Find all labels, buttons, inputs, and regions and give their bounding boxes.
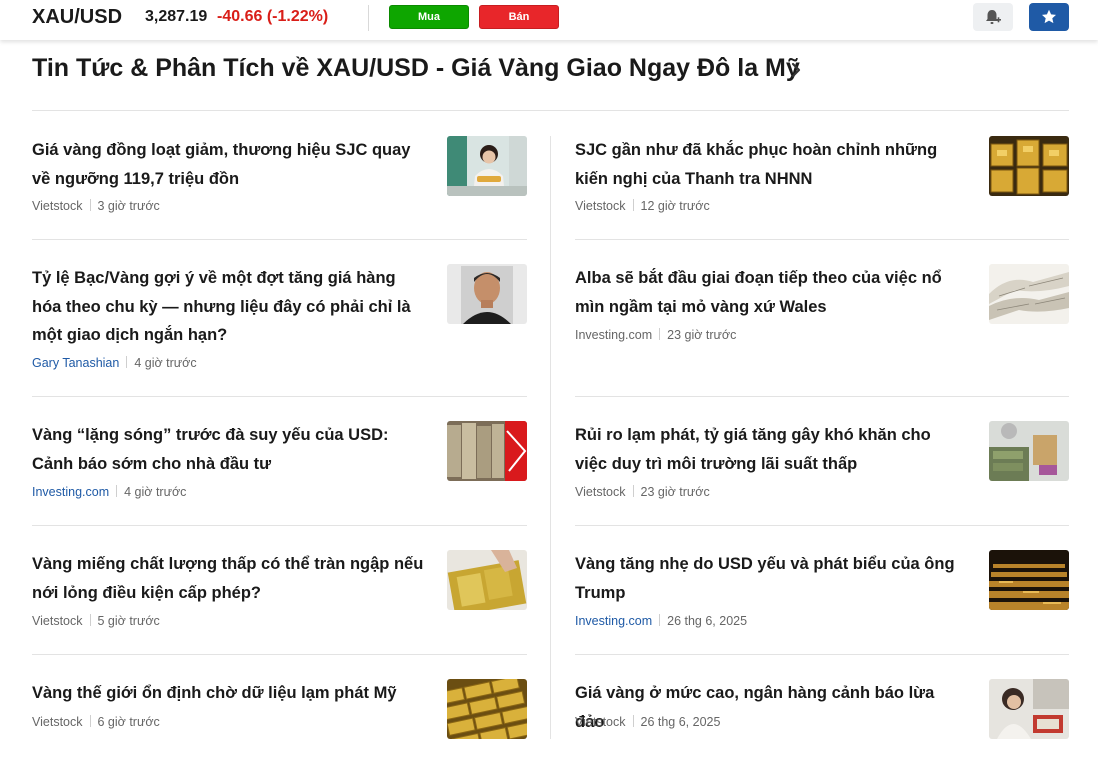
last-price: 3,287.19 [145,8,208,25]
news-meta: Gary Tanashian 4 giờ trước [32,356,197,370]
news-time: 12 giờ trước [640,199,710,213]
bell-plus-icon [986,10,1001,24]
news-item[interactable]: Tỷ lệ Bạc/Vàng gợi ý về một đợt tăng giá… [32,264,527,397]
instrument-header: XAU/USD 3,287.19 -40.66 (-1.22%) Mua Bán [0,0,1098,40]
news-time: 26 thg 6, 2025 [640,715,721,729]
news-source[interactable]: Investing.com [32,485,109,499]
news-item[interactable]: Giá vàng ở mức cao, ngân hàng cảnh báo l… [575,679,1069,739]
news-source: Vietstock [575,199,626,213]
change-percent: (-1.22%) [266,8,329,25]
news-meta: Vietstock 26 thg 6, 2025 [575,715,720,729]
news-item[interactable]: Giá vàng đồng loạt giảm, thương hiệu SJC… [32,136,527,240]
news-title[interactable]: Rủi ro lạm phát, tỷ giá tăng gây khó khă… [575,421,967,478]
section-divider [32,110,1069,111]
news-item[interactable]: Rủi ro lạm phát, tỷ giá tăng gây khó khă… [575,421,1069,526]
news-title[interactable]: Tỷ lệ Bạc/Vàng gợi ý về một đợt tăng giá… [32,264,424,350]
price-change: -40.66 (-1.22%) [217,8,328,26]
instrument-symbol: XAU/USD [32,6,123,28]
news-item[interactable]: Alba sẽ bắt đầu giai đoạn tiếp theo của … [575,264,1069,397]
news-time: 23 giờ trước [667,328,737,342]
news-source[interactable]: Investing.com [575,614,652,628]
news-source: Vietstock [32,199,83,213]
news-thumbnail[interactable] [447,136,527,196]
column-divider [550,136,551,739]
news-title[interactable]: Vàng miếng chất lượng thấp có thể tràn n… [32,550,424,607]
news-thumbnail[interactable] [447,264,527,324]
news-title[interactable]: SJC gần như đã khắc phục hoàn chỉnh nhữn… [575,136,967,193]
news-thumbnail[interactable] [989,550,1069,610]
news-meta: Investing.com 23 giờ trước [575,328,736,342]
sell-button[interactable]: Bán [479,5,559,29]
news-time: 4 giờ trước [134,356,197,370]
news-thumbnail[interactable] [447,550,527,610]
header-divider [368,5,369,31]
news-time: 3 giờ trước [97,199,160,213]
news-meta: Vietstock 5 giờ trước [32,614,160,628]
news-meta: Vietstock 3 giờ trước [32,199,160,213]
news-time: 5 giờ trước [97,614,160,628]
news-meta: Investing.com 4 giờ trước [32,485,186,499]
news-item[interactable]: Vàng “lặng sóng” trước đà suy yếu của US… [32,421,527,526]
news-meta: Vietstock 6 giờ trước [32,715,160,729]
news-title[interactable]: Vàng “lặng sóng” trước đà suy yếu của US… [32,421,424,478]
news-item[interactable]: Vàng tăng nhẹ do USD yếu và phát biểu củ… [575,550,1069,655]
news-thumbnail[interactable] [989,421,1069,481]
news-source: Vietstock [575,715,626,729]
star-icon [1042,9,1056,24]
news-item[interactable]: Vàng thế giới ổn định chờ dữ liệu lạm ph… [32,679,527,739]
news-source[interactable]: Gary Tanashian [32,356,119,370]
news-source: Investing.com [575,328,653,342]
news-title[interactable]: Vàng tăng nhẹ do USD yếu và phát biểu củ… [575,550,967,607]
news-title[interactable]: Giá vàng đồng loạt giảm, thương hiệu SJC… [32,136,424,193]
news-thumbnail[interactable] [989,679,1069,739]
news-item[interactable]: SJC gần như đã khắc phục hoàn chỉnh nhữn… [575,136,1069,240]
news-source: Vietstock [32,614,83,628]
news-time: 6 giờ trước [97,715,160,729]
news-meta: Vietstock 23 giờ trước [575,485,710,499]
news-title[interactable]: Alba sẽ bắt đầu giai đoạn tiếp theo của … [575,264,967,321]
create-alert-button[interactable] [973,3,1013,31]
add-to-watchlist-button[interactable] [1029,3,1069,31]
news-time: 4 giờ trước [124,485,187,499]
news-thumbnail[interactable] [989,264,1069,324]
chevron-right-icon[interactable] [789,61,803,79]
news-title[interactable]: Vàng thế giới ổn định chờ dữ liệu lạm ph… [32,679,424,708]
news-thumbnail[interactable] [989,136,1069,196]
news-item[interactable]: Vàng miếng chất lượng thấp có thể tràn n… [32,550,527,655]
news-source: Vietstock [32,715,83,729]
news-source: Vietstock [575,485,626,499]
news-thumbnail[interactable] [447,421,527,481]
news-meta: Vietstock 12 giờ trước [575,199,710,213]
buy-button[interactable]: Mua [389,5,469,29]
section-title[interactable]: Tin Tức & Phân Tích về XAU/USD - Giá Vàn… [32,54,800,83]
news-time: 26 thg 6, 2025 [667,614,748,628]
news-time: 23 giờ trước [640,485,710,499]
news-meta: Investing.com 26 thg 6, 2025 [575,614,747,628]
news-thumbnail[interactable] [447,679,527,739]
change-value: -40.66 [217,8,263,25]
